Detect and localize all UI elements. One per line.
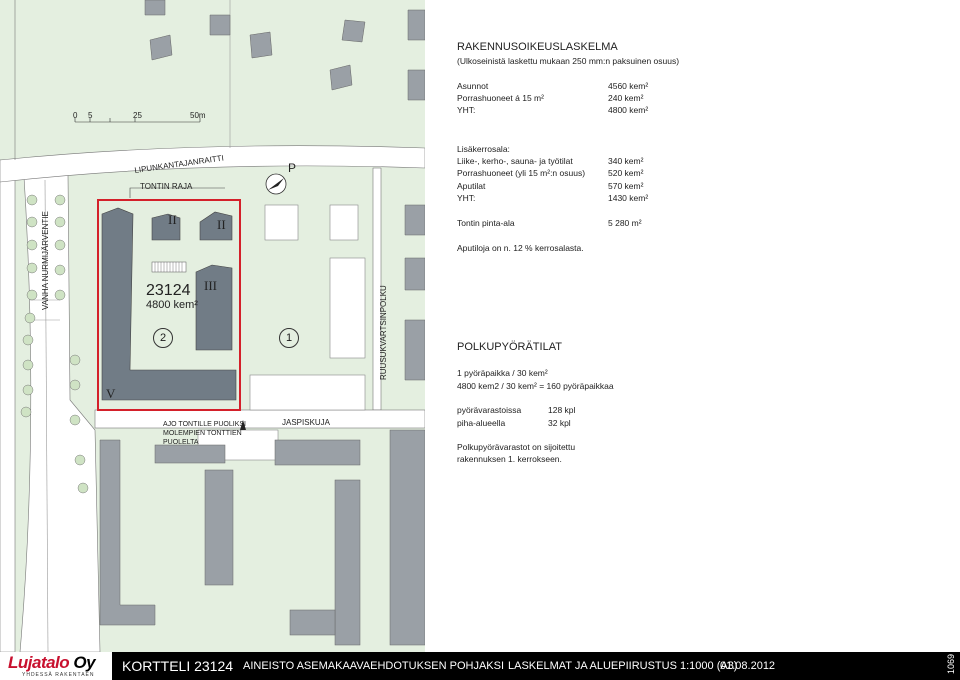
extra-title: Lisäkerrosala: [457, 144, 510, 154]
polku-title: POLKUPYÖRÄTILAT [457, 341, 562, 353]
block-area: 4800 kem² [146, 299, 198, 311]
footer-aineisto: AINEISTO ASEMAKAAVAEHDOTUKSEN POHJAKSI [243, 660, 505, 672]
lujatalo-logo: Lujatalo Oy YHDESSÄ RAKENTAEN [0, 652, 112, 680]
site-plan-map: 0 5 25 50m LIPUNKANTAJANRAITTI TONTIN RA… [0, 0, 425, 652]
row1-value-0: 4560 kem² [608, 81, 649, 91]
street-ruusu: RUUSUKVARTSINPOLKU [379, 285, 388, 380]
road-jaspis [94, 409, 425, 429]
footer-laskelmat: LASKELMAT JA ALUEPIIRUSTUS 1:1000 (A3) [508, 660, 738, 672]
row3-value-1: 32 kpl [548, 418, 571, 428]
logo-text: Lujatalo Oy [8, 653, 96, 672]
row1-label-0: Asunnot [457, 81, 489, 91]
row2-label-2: Aputilat [457, 181, 486, 191]
circle-1: 1 [279, 328, 299, 348]
street-jaspis: JASPISKUJA [282, 418, 331, 427]
row3-label-0: pyörävarastoissa [457, 405, 522, 415]
panel-subtitle: (Ulkoseinistä laskettu mukaan 250 mm:n p… [457, 56, 680, 66]
scale-5: 5 [88, 111, 93, 120]
calculation-panel: RAKENNUSOIKEUSLASKELMA (Ulkoseinistä las… [425, 0, 960, 652]
road-edge-left [0, 159, 16, 652]
block-number: 23124 [146, 282, 191, 299]
row2-label-3: YHT: [457, 193, 476, 203]
site-plan-drawing [0, 0, 425, 652]
row3-label-1: piha-alueella [457, 418, 506, 428]
floor-label-ii-2: II [217, 217, 226, 232]
note-line1: Polkupyörävarastot on sijoitettu [457, 442, 576, 452]
scale-25: 25 [133, 111, 142, 120]
row1-value-1: 240 kem² [608, 93, 644, 103]
ajo-note-2: MOLEMPIEN TONTTIEN [163, 430, 242, 437]
floor-label-ii-1: II [168, 212, 177, 227]
pinta-label: Tontin pinta-ala [457, 218, 515, 228]
title-block-footer: Lujatalo Oy YHDESSÄ RAKENTAEN KORTTELI 2… [0, 652, 960, 680]
scale-0: 0 [73, 111, 78, 120]
row2-label-0: Liike-, kerho-, sauna- ja työtilat [457, 156, 573, 166]
north-label: P [288, 161, 297, 175]
polku-line2: 4800 kem2 / 30 kem² = 160 pyöräpaikkaa [457, 381, 614, 391]
footer-kortteli: KORTTELI 23124 [122, 658, 234, 674]
row1-label-2: YHT: [457, 105, 476, 115]
panel-title: RAKENNUSOIKEUSLASKELMA [457, 41, 618, 53]
tontin-raja-label: TONTIN RAJA [140, 182, 193, 191]
row2-value-1: 520 kem² [608, 168, 644, 178]
floor-label-iii: III [204, 278, 217, 293]
logo-subtitle: YHDESSÄ RAKENTAEN [22, 672, 95, 678]
scale-50m: 50m [190, 111, 206, 120]
ajo-note-1: AJO TONTILLE PUOLIKSI [163, 421, 246, 428]
row2-value-0: 340 kem² [608, 156, 644, 166]
pinta-value: 5 280 m² [608, 218, 642, 228]
row2-value-3: 1430 kem² [608, 193, 649, 203]
aputiloja-note: Aputiloja on n. 12 % kerrosalasta. [457, 243, 584, 253]
row3-value-0: 128 kpl [548, 405, 576, 415]
floor-label-v: V [106, 386, 116, 401]
row1-label-1: Porrashuoneet á 15 m² [457, 93, 544, 103]
street-vanha: VANHA NURMIJÄRVENTIE [41, 211, 50, 310]
circle-2: 2 [153, 328, 173, 348]
row2-label-1: Porrashuoneet (yli 15 m²:n osuus) [457, 168, 586, 178]
footer-date: 01.08.2012 [720, 660, 776, 672]
polku-line1: 1 pyöräpaikka / 30 kem² [457, 368, 548, 378]
row2-value-2: 570 kem² [608, 181, 644, 191]
note-line2: rakennuksen 1. kerrokseen. [457, 454, 562, 464]
footer-number: 1069 [946, 653, 956, 674]
ajo-note-3: PUOLELTA [163, 439, 199, 446]
row1-value-2: 4800 kem² [608, 105, 649, 115]
